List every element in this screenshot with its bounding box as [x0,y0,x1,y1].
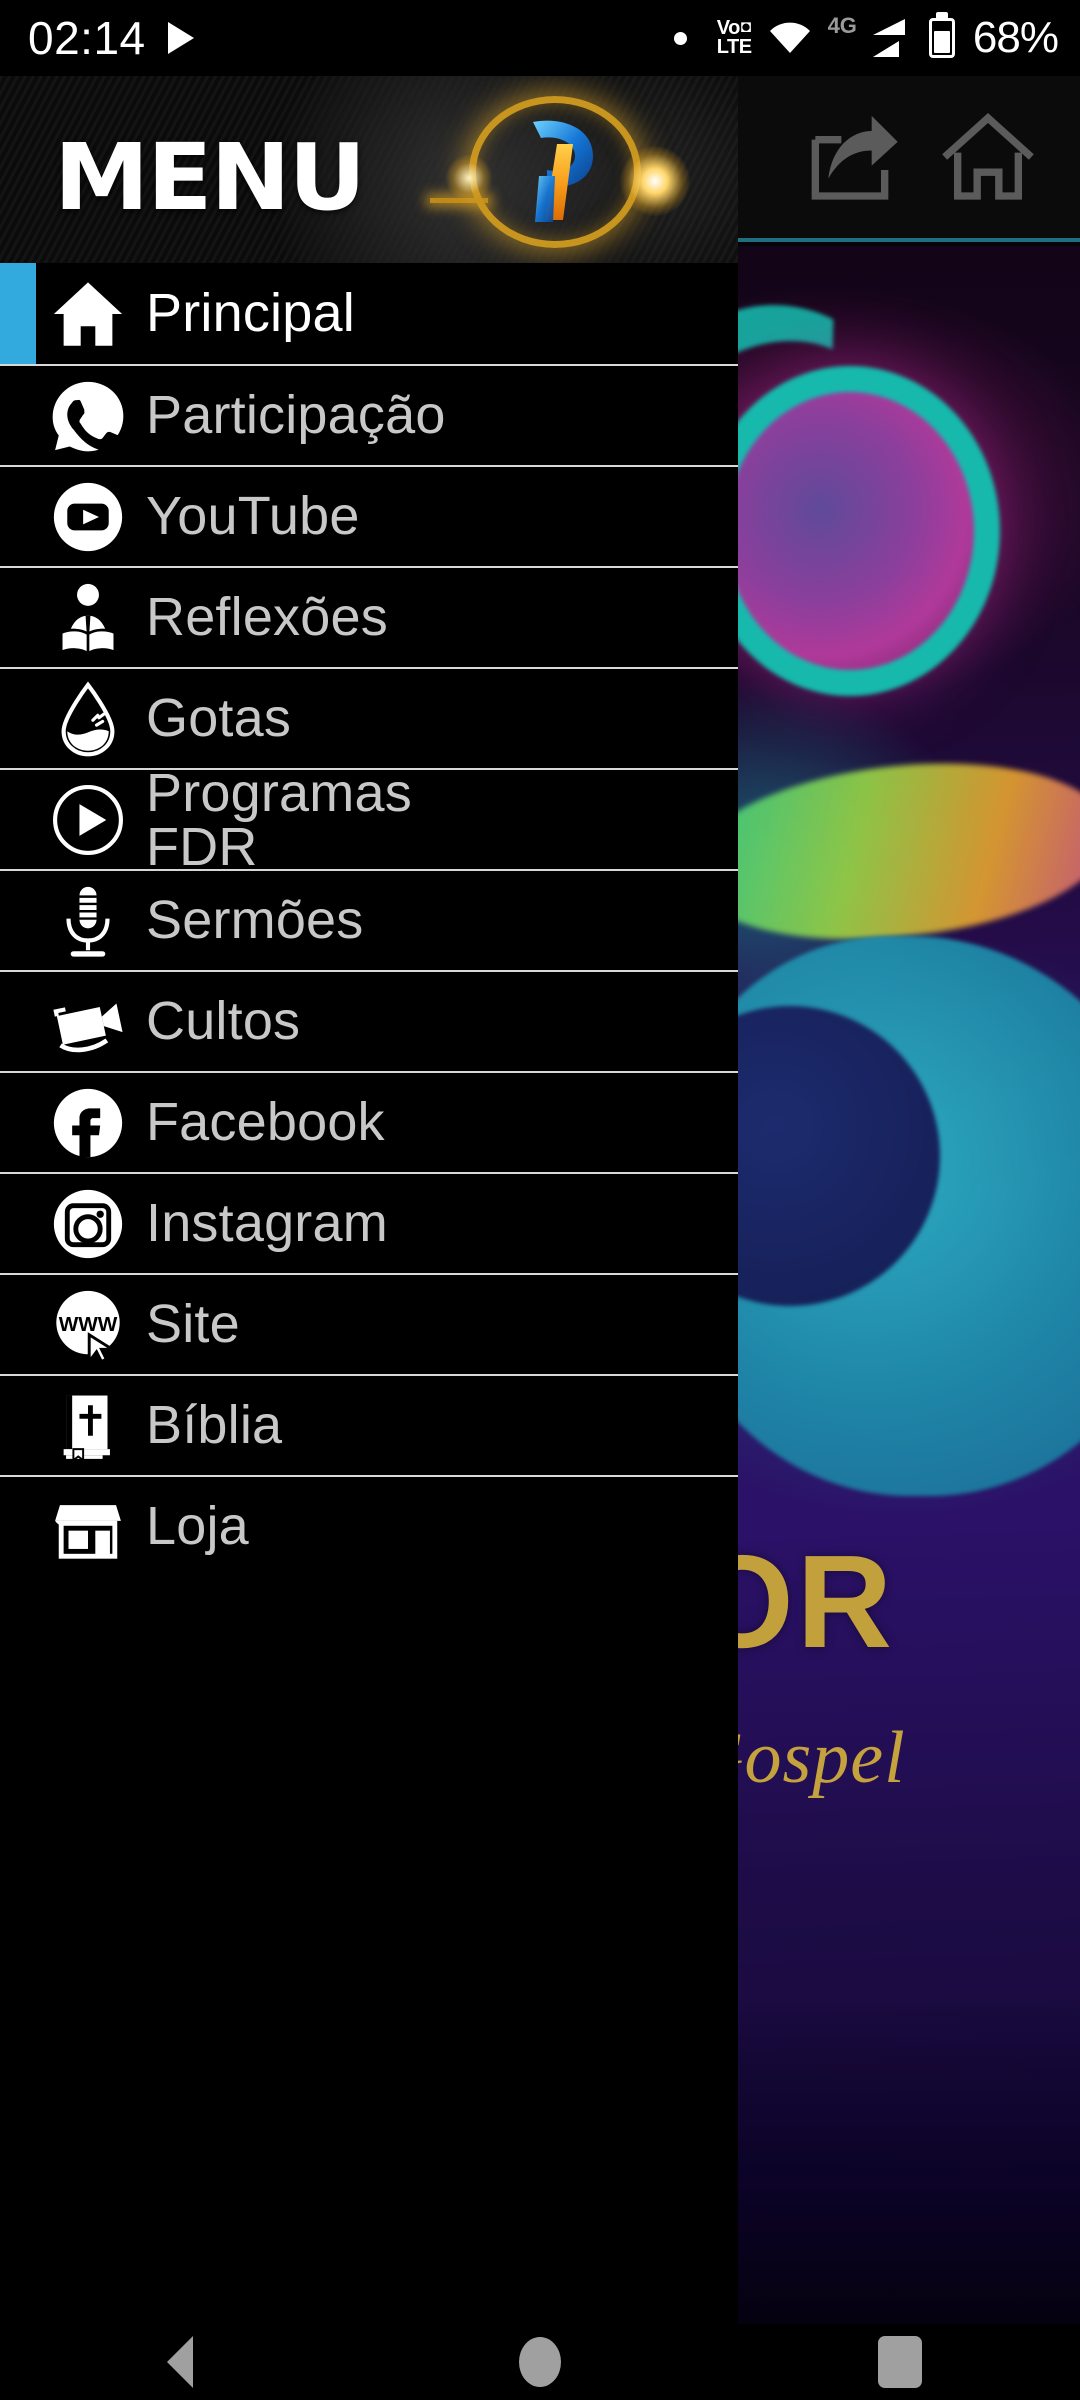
drawer-header: MENU [0,76,738,263]
drawer-item-facebook[interactable]: Facebook [0,1071,738,1172]
drawer-item-instagram[interactable]: Instagram [0,1172,738,1273]
water-drop-icon [40,678,136,760]
share-icon[interactable] [798,105,902,209]
microphone-icon [40,880,136,962]
home-icon[interactable] [470,2324,610,2400]
logo-flare-left [445,154,493,202]
selected-indicator [0,263,36,364]
drawer-item-label: Gotas [146,688,292,749]
video-camera-icon [40,981,136,1063]
drawer-item-programas-fdr[interactable]: Programas FDR [0,768,738,869]
drawer-item-label: Loja [146,1496,249,1557]
drawer-menu-list: Principal Participação YouTube Reflexões Got… [0,263,738,1576]
headphone-cup-shape [700,366,1000,696]
www-cursor-icon: WWW [40,1284,136,1366]
play-icon [167,22,194,54]
home-icon[interactable] [936,105,1040,209]
status-bar-left: 02:14 [0,15,194,61]
store-icon [40,1486,136,1568]
drawer-item-label: Instagram [146,1193,388,1254]
drawer-item-youtube[interactable]: YouTube [0,465,738,566]
dot-icon [673,31,687,45]
drawer-item-label: Participação [146,385,446,446]
volte-lte-label: LTE [716,36,752,58]
drawer-item-label: Principal [146,283,355,344]
drawer-item-biblia[interactable]: Bíblia [0,1374,738,1475]
volte-icon: Vo ◘ LTE [716,17,752,58]
lips-shape [682,744,1080,958]
bible-icon [40,1385,136,1467]
battery-percent-label: 68% [972,13,1059,62]
clock: 02:14 [28,12,146,64]
recents-icon[interactable] [830,2324,970,2400]
status-bar: 02:14 Vo ◘ LTE 4G 68% [0,0,1080,76]
network-type-label: 4G [827,13,857,38]
drawer-item-label: Sermões [146,890,364,951]
logo-letter-p [513,116,599,228]
logo-flare-right [620,146,690,216]
drawer-item-cultos[interactable]: Cultos [0,970,738,1071]
app-logo-icon [445,94,690,249]
play-circle-icon [40,779,136,861]
drawer-item-gotas[interactable]: Gotas [0,667,738,768]
navigation-drawer: MENU Principal Participação YouTube Refl… [0,76,738,2324]
whatsapp-icon [40,375,136,457]
home-icon [40,273,136,355]
artwork-subtitle: Gospel [690,1717,906,1799]
drawer-item-label: Reflexões [146,587,388,648]
drawer-item-loja[interactable]: Loja [0,1475,738,1576]
status-bar-right: Vo ◘ LTE 4G 68% [673,13,1080,63]
system-nav-bar [0,2324,1080,2400]
drawer-item-label: Programas FDR [146,768,412,869]
drawer-item-label: Cultos [146,991,301,1052]
reader-icon [40,577,136,659]
drawer-item-label: Facebook [146,1092,385,1153]
youtube-icon [40,476,136,558]
phone-screen: VOR Gospel 02:14 Vo ◘ LTE 4G 68% MENU Pr… [0,0,1080,2400]
back-icon[interactable] [110,2324,250,2400]
signal-bars-icon [871,18,913,58]
drawer-title: MENU [54,124,366,231]
facebook-icon [40,1082,136,1164]
instagram-icon [40,1183,136,1265]
drawer-item-site[interactable]: WWW Site [0,1273,738,1374]
drawer-item-principal[interactable]: Principal [0,263,738,364]
drawer-item-label: YouTube [146,486,360,547]
drawer-item-label: Bíblia [146,1395,283,1456]
battery-icon [928,18,955,58]
drawer-item-sermoes[interactable]: Sermões [0,869,738,970]
wifi-icon [768,21,812,55]
drawer-item-label: Site [146,1294,240,1355]
drawer-item-participacao[interactable]: Participação [0,364,738,465]
drawer-item-reflexoes[interactable]: Reflexões [0,566,738,667]
